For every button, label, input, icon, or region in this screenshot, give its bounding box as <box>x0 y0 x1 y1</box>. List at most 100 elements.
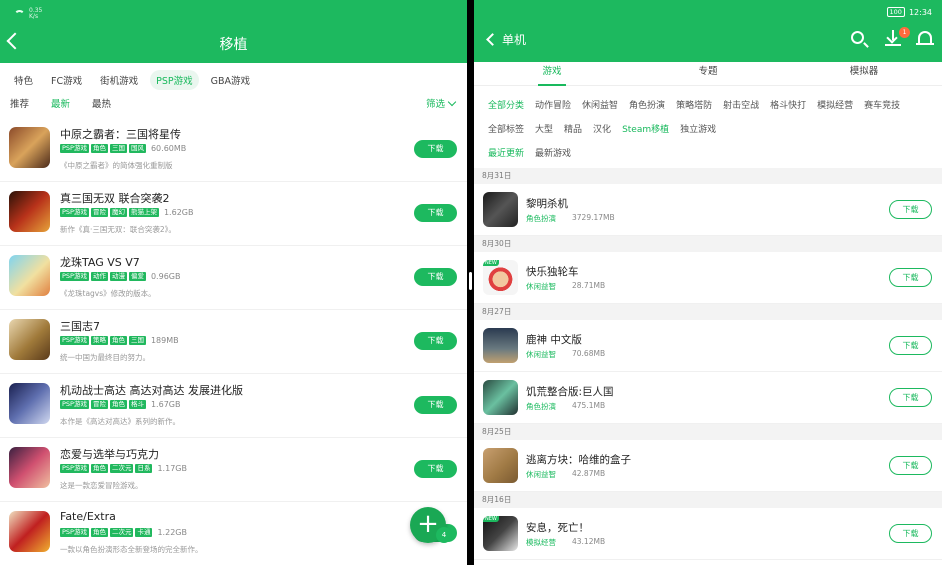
download-count-badge: 1 <box>899 27 910 38</box>
game-icon: NEW <box>483 516 518 551</box>
list-item[interactable]: 恋爱与选举与巧克力 PSP游戏 角色 二次元 日系 1.17GB 这是一款恋爱冒险游戏。 下载 <box>0 438 467 502</box>
game-icon <box>9 383 50 424</box>
tag-badge: 角色 <box>90 144 108 153</box>
list-item[interactable]: 真三国无双 联合突袭2 PSP游戏 冒险 魔幻 熊猫上架 1.62GB 新作《真·三国无双：… <box>0 182 467 246</box>
list-item[interactable]: 中原之霸者：三国将星传 PSP游戏 角色 三国 国风 60.60MB 《中原之霸者》的简体强… <box>0 118 467 182</box>
download-button[interactable]: 下载 <box>889 524 932 543</box>
category-chip[interactable]: PSP游戏 <box>150 70 199 90</box>
tab-2[interactable]: 模拟器 <box>786 62 942 85</box>
filter-chip[interactable]: Steam移植 <box>622 122 669 135</box>
category-row: 全部分类 动作冒险 休闲益智 角色扮演 策略塔防 射击空战 格斗快打 模拟经营 赛车竞技 <box>488 92 928 116</box>
split-divider[interactable] <box>467 0 474 565</box>
right-header: 100 12:34 单机 1 <box>474 0 942 62</box>
list-item[interactable]: 饥荒整合版:巨人国 角色扮演 475.1MB 下载 <box>474 372 942 424</box>
category-bar: 特色 FC游戏 街机游戏 PSP游戏 GBA游戏 <box>0 63 467 91</box>
list-item[interactable]: 机动战士高达 高达对高达 发展进化版 PSP游戏 冒险 角色 格斗 1.67GB 本作是《高… <box>0 374 467 438</box>
filter-label: 筛选 <box>425 99 445 110</box>
tag-badge: 角色 <box>109 400 127 409</box>
new-badge: NEW <box>483 260 499 266</box>
game-name: 中原之霸者：三国将星传 <box>60 128 181 141</box>
game-name: 安息，死亡！ <box>526 522 589 534</box>
game-category: 休闲益智 <box>526 470 556 479</box>
net-speed-unit: K/s <box>29 13 39 20</box>
game-size: 1.67GB <box>150 400 181 409</box>
sort-option[interactable]: 最新 <box>51 96 70 110</box>
tab-0[interactable]: 游戏 <box>474 62 630 86</box>
list-item[interactable]: Fate/Extra PSP游戏 角色 二次元 卡通 1.22GB 一款以角色扮演形态全新登… <box>0 502 467 565</box>
list-item[interactable]: 鹿神 中文版 休闲益智 70.68MB 下载 <box>474 320 942 372</box>
download-button[interactable]: 下载 <box>414 140 457 158</box>
download-button[interactable]: 下载 <box>414 460 457 478</box>
filter-chip[interactable]: 大型 <box>535 122 553 135</box>
right-pane: 100 12:34 单机 1 游戏 专题 模拟器 全部分类 动作冒险 休闲益智 角色扮演策… <box>474 0 942 565</box>
filter-chip[interactable]: 最新游戏 <box>535 146 571 159</box>
game-name: 黎明杀机 <box>526 198 568 210</box>
drag-handle[interactable] <box>469 272 472 290</box>
sort-bar: 推荐 最新 最热 筛选 <box>0 91 467 115</box>
download-button[interactable]: 下载 <box>889 388 932 407</box>
game-name: 快乐独轮车 <box>526 266 579 278</box>
search-icon[interactable] <box>851 31 864 44</box>
filter-chip[interactable]: 汉化 <box>593 122 611 135</box>
list-item[interactable]: 黎明杀机 角色扮演 3729.17MB 下载 <box>474 184 942 236</box>
filter-chip[interactable]: 格斗快打 <box>770 98 806 111</box>
list-item[interactable]: NEW 安息，死亡！ 模拟经营 43.12MB 下载 <box>474 508 942 560</box>
game-category: 休闲益智 <box>526 282 556 291</box>
tab-1[interactable]: 专题 <box>630 62 786 85</box>
download-button[interactable]: 下载 <box>889 336 932 355</box>
game-desc: 《中原之霸者》的简体强化重制版 <box>60 161 173 170</box>
bell-icon[interactable] <box>916 31 934 45</box>
category-chip[interactable]: 街机游戏 <box>94 70 144 90</box>
page-title: 单机 <box>502 33 527 47</box>
download-button[interactable]: 下载 <box>414 396 457 414</box>
game-tags: PSP游戏 冒险 魔幻 熊猫上架 1.62GB <box>60 208 193 217</box>
game-tags: PSP游戏 角色 三国 国风 60.60MB <box>60 144 186 153</box>
filter-button[interactable]: 筛选 <box>425 96 457 110</box>
filter-chip[interactable]: 休闲益智 <box>582 98 618 111</box>
tag-badge: PSP游戏 <box>60 336 89 345</box>
game-tags: PSP游戏 角色 二次元 日系 1.17GB <box>60 464 187 473</box>
chevron-down-icon <box>447 97 457 106</box>
category-chip[interactable]: GBA游戏 <box>205 70 256 90</box>
list-item[interactable]: 逃离方块：哈维的盒子 休闲益智 42.87MB 下载 <box>474 440 942 492</box>
filter-chip[interactable]: 射击空战 <box>723 98 759 111</box>
filter-panel: 全部分类 动作冒险 休闲益智 角色扮演 策略塔防 射击空战 格斗快打 模拟经营 赛车竞技 全部标… <box>474 86 942 164</box>
game-list: 中原之霸者：三国将星传 PSP游戏 角色 三国 国风 60.60MB 《中原之霸者》的简体强… <box>0 118 467 565</box>
filter-chip[interactable]: 动作冒险 <box>535 98 571 111</box>
date-header: 8月31日 <box>474 168 942 184</box>
back-icon[interactable] <box>486 33 499 46</box>
split-screen: 0.35 K/s 移植 特色 FC游戏 街机游戏 PSP游戏 GBA游戏 推荐 最新 最热 筛… <box>0 0 942 565</box>
download-button[interactable]: 下载 <box>889 268 932 287</box>
game-tags: PSP游戏 策略 角色 三国 189MB <box>60 336 179 345</box>
filter-chip[interactable]: 策略塔防 <box>676 98 712 111</box>
wifi-icon <box>14 10 25 18</box>
filter-chip[interactable]: 全部标签 <box>488 122 524 135</box>
filter-chip[interactable]: 最近更新 <box>488 146 524 159</box>
game-size: 189MB <box>150 336 179 345</box>
filter-chip[interactable]: 模拟经营 <box>817 98 853 111</box>
filter-chip[interactable]: 全部分类 <box>488 98 524 111</box>
download-button[interactable]: 下载 <box>414 268 457 286</box>
filter-chip[interactable]: 赛车竞技 <box>864 98 900 111</box>
filter-chip[interactable]: 独立游戏 <box>680 122 716 135</box>
sort-option[interactable]: 推荐 <box>10 96 29 110</box>
game-size: 475.1MB <box>572 401 606 410</box>
game-icon <box>9 127 50 168</box>
category-chip[interactable]: FC游戏 <box>45 70 88 90</box>
filter-chip[interactable]: 精品 <box>564 122 582 135</box>
list-item[interactable]: 三国志7 PSP游戏 策略 角色 三国 189MB 统一中国为最终目的努力。 下载 <box>0 310 467 374</box>
download-button[interactable]: 下载 <box>414 204 457 222</box>
download-button[interactable]: 下载 <box>889 456 932 475</box>
tag-badge: 卡通 <box>135 528 153 537</box>
page-title: 移植 <box>219 37 248 53</box>
download-button[interactable]: 下载 <box>889 200 932 219</box>
download-button[interactable]: 下载 <box>414 332 457 350</box>
list-item[interactable]: 龙珠TAG VS V7 PSP游戏 动作 动漫 偏爱 0.96GB 《龙珠tagvs》修改的… <box>0 246 467 310</box>
sort-option[interactable]: 最热 <box>92 96 111 110</box>
right-status-bar: 100 12:34 <box>886 7 932 17</box>
left-header: 0.35 K/s 移植 <box>0 0 467 63</box>
filter-chip[interactable]: 角色扮演 <box>629 98 665 111</box>
list-item[interactable]: NEW 快乐独轮车 休闲益智 28.71MB 下载 <box>474 252 942 304</box>
game-name: Fate/Extra <box>60 510 116 523</box>
category-chip[interactable]: 特色 <box>8 70 39 90</box>
